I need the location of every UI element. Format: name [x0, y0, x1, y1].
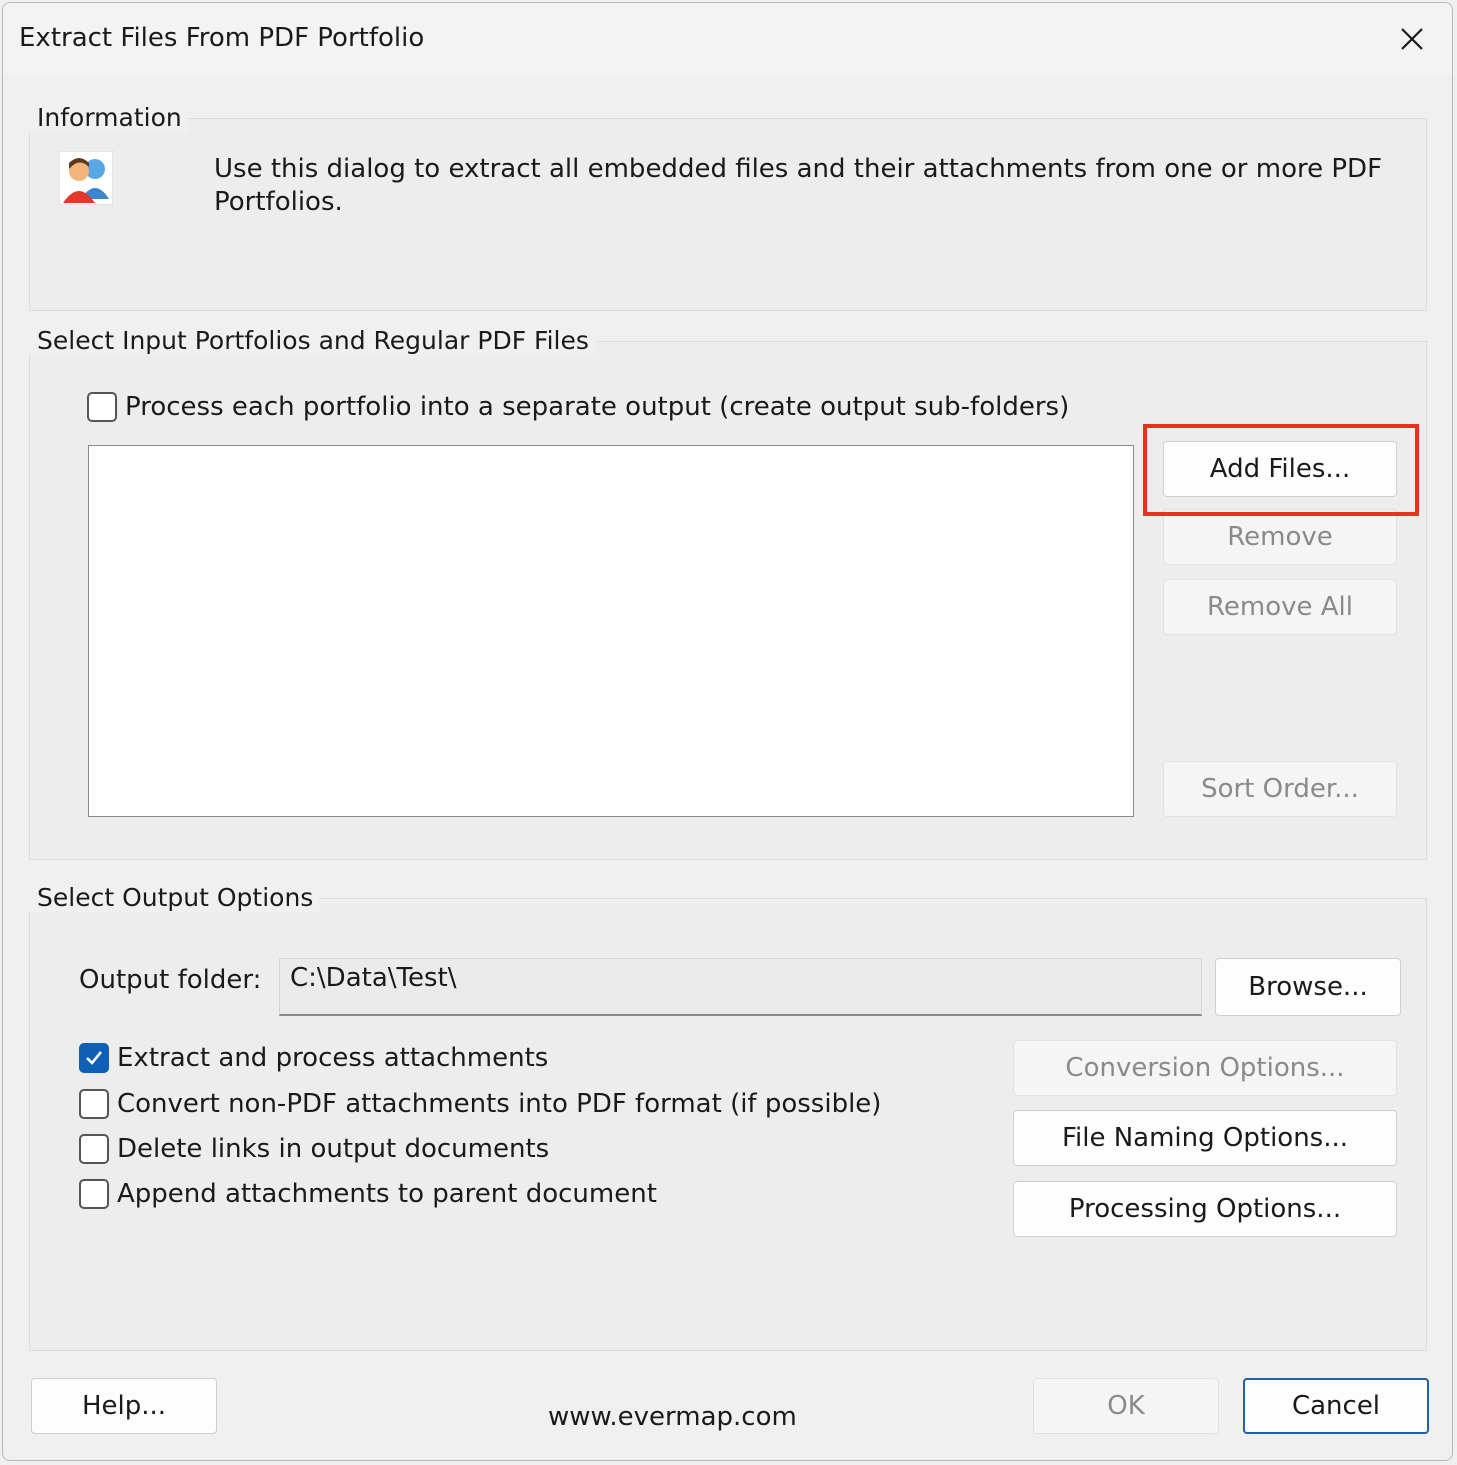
output-folder-label: Output folder:: [79, 965, 262, 995]
option-row[interactable]: Convert non-PDF attachments into PDF for…: [79, 1089, 881, 1119]
window-title: Extract Files From PDF Portfolio: [19, 23, 425, 53]
file-naming-options-button[interactable]: File Naming Options...: [1013, 1110, 1397, 1166]
help-button[interactable]: Help...: [31, 1378, 217, 1434]
output-folder-field[interactable]: C:\Data\Test\: [279, 958, 1202, 1016]
option-row[interactable]: Delete links in output documents: [79, 1134, 549, 1164]
option-label: Delete links in output documents: [117, 1134, 550, 1164]
separate-output-checkbox[interactable]: [87, 392, 117, 422]
append-attachments-checkbox[interactable]: [79, 1179, 109, 1209]
close-button[interactable]: [1390, 17, 1434, 61]
ok-button[interactable]: OK: [1033, 1378, 1219, 1434]
option-row[interactable]: Extract and process attachments: [79, 1043, 548, 1073]
browse-button[interactable]: Browse...: [1215, 958, 1401, 1016]
remove-all-button[interactable]: Remove All: [1163, 579, 1397, 635]
conversion-options-button[interactable]: Conversion Options...: [1013, 1040, 1397, 1096]
remove-button[interactable]: Remove: [1163, 509, 1397, 565]
separate-output-checkbox-row[interactable]: Process each portfolio into a separate o…: [87, 392, 1069, 422]
input-group-title: Select Input Portfolios and Regular PDF …: [29, 326, 595, 355]
output-group-title: Select Output Options: [29, 883, 320, 912]
input-files-list[interactable]: [88, 445, 1134, 817]
checkmark-icon: [86, 1051, 103, 1065]
information-group-title: Information: [29, 103, 188, 132]
information-text: Use this dialog to extract all embedded …: [214, 154, 1383, 217]
option-row[interactable]: Append attachments to parent document: [79, 1179, 657, 1209]
sort-order-button[interactable]: Sort Order...: [1163, 761, 1397, 817]
website-link[interactable]: www.evermap.com: [548, 1402, 797, 1432]
delete-links-checkbox[interactable]: [79, 1134, 109, 1164]
extract-files-dialog: Extract Files From PDF Portfolio Informa…: [2, 2, 1453, 1461]
processing-options-button[interactable]: Processing Options...: [1013, 1181, 1397, 1237]
add-files-button[interactable]: Add Files...: [1163, 441, 1397, 497]
option-label: Append attachments to parent document: [117, 1179, 657, 1209]
convert-attachments-checkbox[interactable]: [79, 1089, 109, 1119]
title-bar: Extract Files From PDF Portfolio: [3, 3, 1452, 75]
close-icon: [1401, 28, 1423, 50]
separate-output-label: Process each portfolio into a separate o…: [125, 392, 1070, 422]
cancel-button[interactable]: Cancel: [1243, 1378, 1429, 1434]
users-info-icon: [58, 150, 114, 206]
option-label: Extract and process attachments: [117, 1043, 549, 1073]
extract-attachments-checkbox[interactable]: [79, 1043, 109, 1073]
option-label: Convert non-PDF attachments into PDF for…: [117, 1089, 882, 1119]
